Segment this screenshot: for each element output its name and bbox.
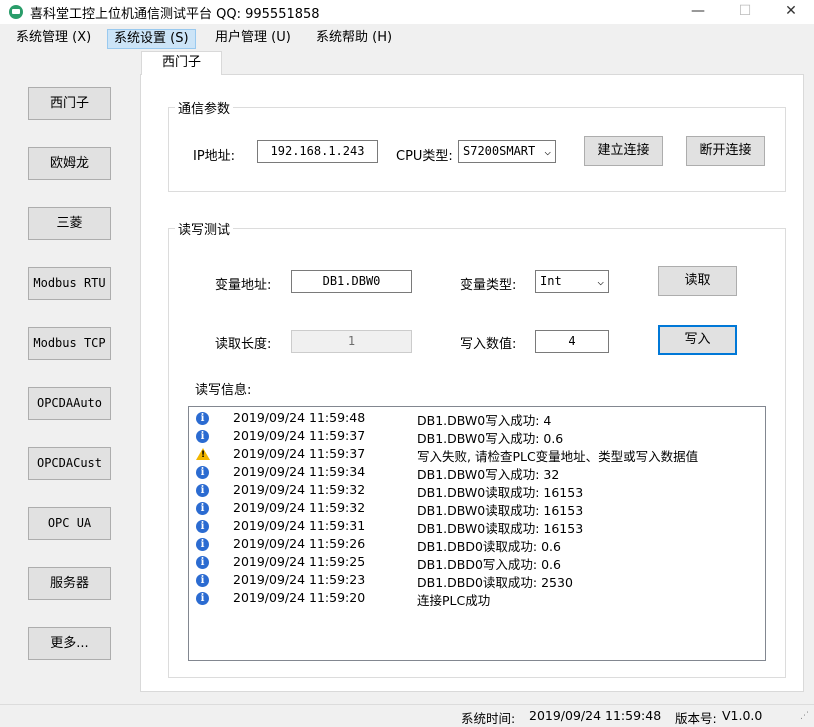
log-time: 2019/09/24 11:59:26 bbox=[233, 536, 366, 551]
sidebar-item-mitsubishi[interactable]: 三菱 bbox=[28, 207, 111, 240]
read-write-title: 读写测试 bbox=[175, 219, 234, 238]
title-bar: 喜科堂工控上位机通信测试平台 QQ: 995551858 — ☐ ✕ bbox=[0, 0, 814, 24]
app-icon bbox=[9, 5, 23, 19]
sidebar-item-modbus-tcp[interactable]: Modbus TCP bbox=[28, 327, 111, 360]
minimize-button[interactable]: — bbox=[675, 0, 721, 24]
info-icon: i bbox=[196, 484, 209, 497]
log-time: 2019/09/24 11:59:32 bbox=[233, 500, 366, 515]
write-value-label: 写入数值: bbox=[460, 337, 517, 352]
log-time: 2019/09/24 11:59:34 bbox=[233, 464, 366, 479]
ip-label: IP地址: bbox=[193, 149, 236, 164]
cpu-type-label: CPU类型: bbox=[396, 149, 453, 164]
log-time: 2019/09/24 11:59:31 bbox=[233, 518, 366, 533]
comm-params-title: 通信参数 bbox=[175, 98, 234, 117]
version-label: 版本号: bbox=[675, 711, 717, 726]
log-row: i 2019/09/24 11:59:48 DB1.DBW0写入成功: 4 bbox=[189, 409, 765, 428]
sidebar-item-opcda-auto[interactable]: OPCDAAuto bbox=[28, 387, 111, 420]
connect-button[interactable]: 建立连接 bbox=[584, 136, 663, 166]
log-row: i 2019/09/24 11:59:26 DB1.DBD0读取成功: 0.6 bbox=[189, 535, 765, 554]
var-type-label: 变量类型: bbox=[460, 278, 517, 293]
log-row: i 2019/09/24 11:59:37 DB1.DBW0写入成功: 0.6 bbox=[189, 427, 765, 446]
log-time: 2019/09/24 11:59:37 bbox=[233, 446, 366, 461]
window-title: 喜科堂工控上位机通信测试平台 QQ: 995551858 bbox=[30, 7, 320, 22]
log-row: i 2019/09/24 11:59:25 DB1.DBD0写入成功: 0.6 bbox=[189, 553, 765, 572]
cpu-type-value: S7200SMART bbox=[463, 144, 536, 158]
menu-system-manage[interactable]: 系统管理 (X) bbox=[10, 29, 97, 49]
sidebar-item-more[interactable]: 更多... bbox=[28, 627, 111, 660]
var-type-value: Int bbox=[540, 274, 562, 288]
log-row: ! 2019/09/24 11:59:37 写入失败, 请检查PLC变量地址、类… bbox=[189, 445, 765, 464]
sidebar-item-siemens[interactable]: 西门子 bbox=[28, 87, 111, 120]
close-button[interactable]: ✕ bbox=[768, 0, 814, 24]
info-icon: i bbox=[196, 520, 209, 533]
write-button[interactable]: 写入 bbox=[658, 325, 737, 355]
system-time-label: 系统时间: bbox=[461, 711, 516, 726]
read-button[interactable]: 读取 bbox=[658, 266, 737, 296]
menu-bar: 系统管理 (X) 系统设置 (S) 用户管理 (U) 系统帮助 (H) bbox=[0, 26, 814, 50]
chevron-down-icon: ⌵ bbox=[544, 145, 551, 158]
var-type-select[interactable]: Int ⌵ bbox=[535, 270, 609, 293]
info-icon: i bbox=[196, 412, 209, 425]
info-icon: i bbox=[196, 502, 209, 515]
cpu-type-select[interactable]: S7200SMART ⌵ bbox=[458, 140, 556, 163]
log-row: i 2019/09/24 11:59:32 DB1.DBW0读取成功: 1615… bbox=[189, 499, 765, 518]
log-time: 2019/09/24 11:59:48 bbox=[233, 410, 366, 425]
info-icon: i bbox=[196, 430, 209, 443]
chevron-down-icon: ⌵ bbox=[597, 275, 604, 288]
sidebar-item-server[interactable]: 服务器 bbox=[28, 567, 111, 600]
sidebar-item-opc-ua[interactable]: OPC UA bbox=[28, 507, 111, 540]
log-row: i 2019/09/24 11:59:34 DB1.DBW0写入成功: 32 bbox=[189, 463, 765, 482]
log-time: 2019/09/24 11:59:23 bbox=[233, 572, 366, 587]
info-icon: i bbox=[196, 574, 209, 587]
log-time: 2019/09/24 11:59:20 bbox=[233, 590, 366, 605]
log-row: i 2019/09/24 11:59:20 连接PLC成功 bbox=[189, 589, 765, 608]
log-message: 连接PLC成功 bbox=[417, 593, 491, 608]
maximize-button[interactable]: ☐ bbox=[722, 0, 768, 24]
log-row: i 2019/09/24 11:59:32 DB1.DBW0读取成功: 1615… bbox=[189, 481, 765, 500]
version-value: V1.0.0 bbox=[722, 708, 763, 723]
warning-icon: ! bbox=[196, 448, 210, 461]
menu-system-help[interactable]: 系统帮助 (H) bbox=[310, 29, 398, 49]
sidebar-item-opcda-cust[interactable]: OPCDACust bbox=[28, 447, 111, 480]
info-icon: i bbox=[196, 466, 209, 479]
resize-grip-icon[interactable]: ⋰ bbox=[800, 711, 809, 721]
var-address-label: 变量地址: bbox=[215, 278, 272, 293]
system-time-value: 2019/09/24 11:59:48 bbox=[529, 708, 662, 723]
read-length-input: 1 bbox=[291, 330, 412, 353]
info-icon: i bbox=[196, 556, 209, 569]
status-bar: 系统时间: 2019/09/24 11:59:48 版本号: V1.0.0 ⋰ bbox=[0, 704, 814, 726]
sidebar-item-omron[interactable]: 欧姆龙 bbox=[28, 147, 111, 180]
tab-siemens[interactable]: 西门子 bbox=[141, 51, 222, 75]
log-time: 2019/09/24 11:59:32 bbox=[233, 482, 366, 497]
ip-input[interactable]: 192.168.1.243 bbox=[257, 140, 378, 163]
info-icon: i bbox=[196, 592, 209, 605]
menu-user-manage[interactable]: 用户管理 (U) bbox=[209, 29, 297, 49]
read-length-label: 读取长度: bbox=[215, 337, 272, 352]
log-time: 2019/09/24 11:59:37 bbox=[233, 428, 366, 443]
info-icon: i bbox=[196, 538, 209, 551]
write-value-input[interactable]: 4 bbox=[535, 330, 609, 353]
log-row: i 2019/09/24 11:59:23 DB1.DBD0读取成功: 2530 bbox=[189, 571, 765, 590]
disconnect-button[interactable]: 断开连接 bbox=[686, 136, 765, 166]
log-time: 2019/09/24 11:59:25 bbox=[233, 554, 366, 569]
menu-system-settings[interactable]: 系统设置 (S) bbox=[107, 29, 196, 49]
sidebar-item-modbus-rtu[interactable]: Modbus RTU bbox=[28, 267, 111, 300]
log-row: i 2019/09/24 11:59:31 DB1.DBW0读取成功: 1615… bbox=[189, 517, 765, 536]
rw-info-label: 读写信息: bbox=[195, 383, 252, 398]
rw-log-list[interactable]: i 2019/09/24 11:59:48 DB1.DBW0写入成功: 4 i … bbox=[188, 406, 766, 661]
var-address-input[interactable]: DB1.DBW0 bbox=[291, 270, 412, 293]
